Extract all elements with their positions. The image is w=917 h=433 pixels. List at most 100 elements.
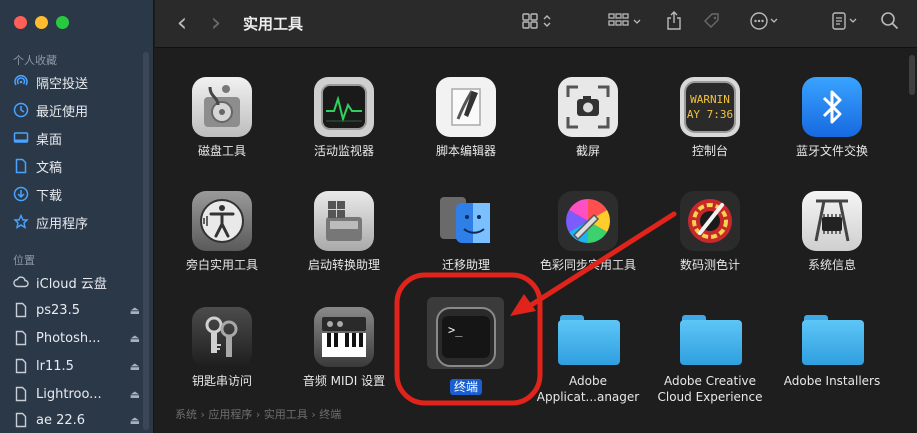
app-item-disk-utility[interactable]: 磁盘工具 — [163, 77, 281, 159]
sidebar-item-airdrop[interactable]: 隔空投送 — [12, 69, 140, 95]
boot-camp-icon — [314, 191, 374, 251]
more-actions-button[interactable] — [745, 10, 785, 36]
sidebar-item-label: Photosh... — [36, 330, 101, 346]
sidebar-item-icloud[interactable]: iCloud 云盘 — [12, 269, 140, 295]
app-item-label: 数码测色计 — [679, 258, 740, 272]
migration-assistant-icon — [436, 191, 496, 251]
file-icon — [12, 329, 30, 347]
share-button[interactable] — [661, 10, 687, 36]
folder-item-label: Adobe Applicat...anager — [536, 374, 640, 404]
eject-icon[interactable]: ⏏ — [130, 388, 140, 401]
sidebar-item-documents[interactable]: 文稿 — [12, 153, 140, 179]
sidebar-item-label: 应用程序 — [36, 216, 89, 232]
path-bar: 系统 › 应用程序 › 实用工具 › 终端 — [175, 406, 341, 422]
eject-icon[interactable]: ⏏ — [130, 332, 140, 345]
app-item-audio-midi-setup[interactable]: 音频 MIDI 设置 — [285, 307, 403, 389]
folder-item-label: Adobe Installers — [783, 374, 881, 388]
file-icon — [12, 385, 30, 403]
clock-icon — [12, 101, 30, 119]
grid-view-icon — [521, 12, 553, 34]
tag-button[interactable] — [699, 10, 725, 36]
app-item-terminal[interactable]: >_ 终端 — [407, 307, 525, 395]
path-segment[interactable]: 终端 — [319, 408, 341, 421]
folder-item-label: Adobe Creative Cloud Experience — [657, 374, 763, 404]
sidebar-item-volume[interactable]: Lightroo... ⏏ — [12, 381, 140, 407]
sidebar-item-label: 隔空投送 — [36, 76, 89, 92]
group-by-button[interactable] — [605, 10, 645, 36]
sidebar-item-applications[interactable]: 应用程序 — [12, 209, 140, 235]
eject-icon[interactable]: ⏏ — [130, 304, 140, 317]
app-item-system-information[interactable]: 系统信息 — [773, 191, 891, 273]
file-icon — [12, 411, 30, 429]
sidebar-section-locations: 位置 — [13, 254, 35, 267]
content-scrollbar[interactable] — [909, 55, 915, 95]
app-item-keychain-access[interactable]: 钥匙串访问 — [163, 307, 281, 389]
cloud-icon — [12, 273, 30, 291]
path-separator: › — [255, 408, 261, 421]
file-icon — [12, 357, 30, 375]
app-item-colorsync-utility[interactable]: 色彩同步实用工具 — [529, 191, 647, 273]
app-item-label: 终端 — [449, 379, 482, 395]
app-item-activity-monitor[interactable]: 活动监视器 — [285, 77, 403, 159]
app-item-screenshot[interactable]: 截屏 — [529, 77, 647, 159]
eject-icon[interactable]: ⏏ — [130, 414, 140, 427]
sidebar-item-volume[interactable]: Photosh... ⏏ — [12, 325, 140, 351]
sidebar-item-recents[interactable]: 最近使用 — [12, 97, 140, 123]
path-separator: › — [311, 408, 316, 421]
app-item-label: 系统信息 — [807, 258, 856, 272]
system-information-icon — [802, 191, 862, 251]
sidebar-item-desktop[interactable]: 桌面 — [12, 125, 140, 151]
sidebar-item-volume[interactable]: ps23.5 ⏏ — [12, 297, 140, 323]
app-item-script-editor[interactable]: 脚本编辑器 — [407, 77, 525, 159]
desktop-icon — [12, 129, 30, 147]
app-item-label: 迁移助理 — [441, 258, 490, 272]
folder-item-adobe-application-manager[interactable]: Adobe Applicat...anager — [529, 307, 647, 405]
share-icon — [666, 11, 682, 35]
eject-icon[interactable]: ⏏ — [130, 360, 140, 373]
app-item-label: 启动转换助理 — [307, 258, 380, 272]
close-button[interactable] — [14, 16, 27, 29]
sidebar-item-label: 最近使用 — [36, 104, 89, 120]
sidebar-item-volume[interactable]: lr11.5 ⏏ — [12, 353, 140, 379]
sidebar: 个人收藏 隔空投送 最近使用 桌面 文稿 下载 应用程序 位置 iCloud 云… — [0, 0, 154, 433]
back-button[interactable]: ‹ — [169, 8, 195, 38]
disk-utility-icon — [192, 77, 252, 137]
app-item-label: 控制台 — [691, 144, 728, 158]
toolbar: ‹ › 实用工具 — [155, 0, 917, 48]
path-segment[interactable]: 实用工具 — [264, 408, 308, 421]
app-item-voiceover-utility[interactable]: 旁白实用工具 — [163, 191, 281, 273]
window-title: 实用工具 — [243, 15, 304, 33]
bluetooth-icon — [802, 77, 862, 137]
app-item-label: 脚本编辑器 — [435, 144, 496, 158]
sidebar-item-volume[interactable]: ae 22.6 ⏏ — [12, 407, 140, 433]
colorsync-icon — [558, 191, 618, 251]
audio-midi-icon — [314, 307, 374, 367]
folder-icon — [558, 307, 620, 367]
zoom-button[interactable] — [56, 16, 69, 29]
app-item-label: 音频 MIDI 设置 — [302, 374, 386, 388]
app-item-digital-color-meter[interactable]: 数码测色计 — [651, 191, 769, 273]
app-item-label: 蓝牙文件交换 — [795, 144, 868, 158]
view-mode-button[interactable] — [517, 10, 557, 36]
sidebar-scrollbar[interactable] — [143, 52, 149, 430]
forward-button[interactable]: › — [203, 8, 229, 38]
group-by-icon — [607, 12, 643, 34]
search-icon — [880, 11, 900, 35]
app-item-migration-assistant[interactable]: 迁移助理 — [407, 191, 525, 273]
path-segment[interactable]: 应用程序 — [208, 408, 252, 421]
sidebar-item-downloads[interactable]: 下载 — [12, 181, 140, 207]
folder-item-adobe-creative-cloud-experience[interactable]: Adobe Creative Cloud Experience — [651, 307, 769, 405]
app-item-console[interactable]: WARNIN AY 7:36 控制台 — [651, 77, 769, 159]
app-item-label: 磁盘工具 — [197, 144, 246, 158]
folder-item-adobe-installers[interactable]: Adobe Installers — [773, 307, 891, 389]
office-button[interactable] — [827, 10, 863, 36]
document-icon — [12, 157, 30, 175]
sidebar-section-favorites: 个人收藏 — [13, 54, 57, 67]
path-segment[interactable]: 系统 — [175, 408, 197, 421]
download-icon — [12, 185, 30, 203]
search-button[interactable] — [877, 10, 903, 36]
tag-icon — [702, 11, 722, 35]
minimize-button[interactable] — [35, 16, 48, 29]
app-item-bluetooth-file-exchange[interactable]: 蓝牙文件交换 — [773, 77, 891, 159]
app-item-boot-camp-assistant[interactable]: 启动转换助理 — [285, 191, 403, 273]
